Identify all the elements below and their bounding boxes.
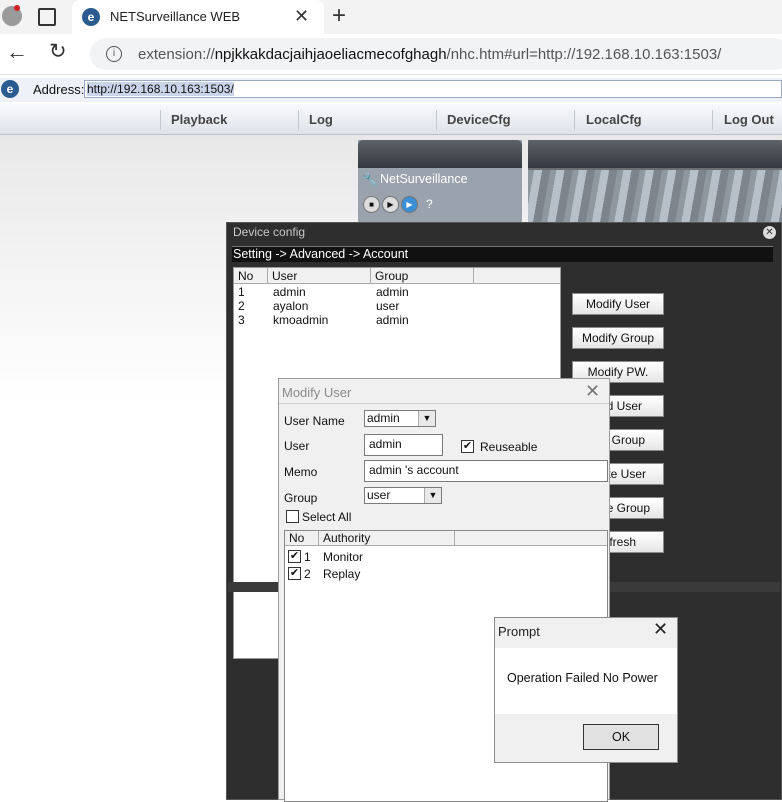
ie-logo-icon: e (1, 80, 19, 98)
group-label: Group (284, 491, 318, 505)
wrench-icon: 🔧 (362, 172, 379, 187)
list-item[interactable]: ✔ 2 Replay (285, 566, 607, 582)
address-label: Address: (33, 82, 85, 97)
close-icon[interactable]: ✕ (763, 226, 776, 239)
prompt-body: Operation Failed No Power (495, 648, 677, 714)
device-config-title: Device config (233, 225, 306, 239)
table-row[interactable]: 1 admin admin (234, 285, 560, 299)
list-item[interactable]: ✔ 1 Monitor (285, 549, 607, 565)
cell-group: admin (376, 285, 409, 299)
tab-actions-icon[interactable] (38, 8, 56, 26)
dialog-header-line (279, 403, 609, 404)
column-header-empty (474, 268, 560, 284)
menu-logout[interactable]: Log Out (724, 112, 774, 127)
app-menu-bar: Playback Log DeviceCfg LocalCfg Log Out (0, 104, 782, 135)
menu-devicecfg[interactable]: DeviceCfg (447, 112, 511, 127)
cell-no: 1 (238, 285, 245, 299)
prompt-title: Prompt (498, 624, 540, 639)
column-header-authority[interactable]: Authority (319, 531, 455, 546)
play-icon[interactable]: ▶ (382, 196, 399, 213)
column-header-user[interactable]: User (268, 268, 371, 284)
cell-user: ayalon (273, 299, 309, 313)
cell-no: 3 (238, 313, 245, 327)
group-value: user (367, 488, 391, 502)
browser-tab-bar: e NETSurveillance WEB ✕ + (0, 0, 782, 34)
ok-button[interactable]: OK (583, 724, 659, 750)
notification-dot (14, 5, 20, 11)
prompt-message: Operation Failed No Power (507, 671, 658, 685)
panel-header (358, 140, 522, 168)
cell-no: 2 (238, 299, 245, 313)
select-all-label: Select All (302, 510, 352, 524)
stop-icon[interactable]: ■ (363, 196, 380, 213)
authority-no: 1 (304, 550, 311, 564)
cell-user: admin (273, 285, 306, 299)
authority-checkbox[interactable]: ✔ (288, 550, 301, 563)
url-text[interactable]: extension://npjkkakdacjaihjaoeliacmecofg… (138, 46, 721, 63)
column-header-group[interactable]: Group (371, 268, 474, 284)
authority-name: Monitor (323, 550, 364, 564)
refresh-icon[interactable]: ↻ (49, 39, 67, 64)
column-header-no[interactable]: No (234, 268, 268, 284)
menu-divider (298, 110, 299, 130)
chevron-down-icon[interactable]: ▼ (424, 488, 441, 503)
breadcrumb: Setting -> Advanced -> Account (232, 246, 773, 262)
address-input[interactable]: http://192.168.10.163:1503/ (84, 80, 782, 98)
chevron-down-icon[interactable]: ▼ (418, 411, 435, 426)
memo-field[interactable]: admin 's account (364, 460, 608, 482)
user-label: User (284, 439, 310, 453)
modify-user-button[interactable]: Modify User (572, 293, 664, 315)
menu-divider (712, 110, 713, 130)
address-value: http://192.168.10.163:1503/ (87, 82, 234, 96)
cell-user: kmoadmin (273, 313, 329, 327)
authority-checkbox[interactable]: ✔ (288, 567, 301, 580)
close-icon[interactable]: ✕ (653, 619, 668, 640)
username-select[interactable]: admin ▼ (364, 410, 436, 427)
prompt-dialog: Prompt ✕ Operation Failed No Power OK (494, 617, 678, 763)
username-value: admin (367, 411, 400, 425)
browser-tab[interactable]: e NETSurveillance WEB ✕ (72, 0, 324, 34)
cell-group: user (376, 299, 400, 313)
column-header-empty (455, 531, 607, 546)
username-label: User Name (284, 414, 345, 428)
select-all-checkbox[interactable] (286, 510, 299, 523)
reuseable-label: Reuseable (480, 440, 538, 454)
menu-log[interactable]: Log (309, 112, 333, 127)
user-field[interactable]: admin (364, 434, 443, 456)
menu-divider (160, 110, 161, 130)
menu-localcfg[interactable]: LocalCfg (586, 112, 642, 127)
record-icon[interactable]: ▶ (401, 196, 418, 213)
site-info-icon[interactable]: i (106, 46, 122, 62)
tab-title: NETSurveillance WEB (110, 9, 241, 24)
close-icon[interactable]: ✕ (585, 381, 600, 402)
url-host: npjkkakdacjaihjaoeliacmecofghagh (214, 46, 447, 63)
cell-group: admin (376, 313, 409, 327)
site-favicon-icon: e (82, 8, 100, 26)
reuseable-checkbox[interactable]: ✔ (461, 440, 474, 453)
memo-label: Memo (284, 465, 318, 479)
authority-no: 2 (304, 567, 311, 581)
ie-address-bar: e Address: http://192.168.10.163:1503/ (0, 78, 782, 102)
url-path: /nhc.htm#url=http://192.168.10.163:1503/ (446, 46, 722, 63)
menu-playback[interactable]: Playback (171, 112, 227, 127)
video-header (528, 140, 782, 168)
menu-divider (574, 110, 575, 130)
dialog-title: Modify User (282, 385, 352, 400)
help-icon[interactable]: ? (426, 197, 433, 211)
menu-divider (436, 110, 437, 130)
back-icon[interactable]: ← (6, 39, 28, 65)
panel-title: NetSurveillance (380, 172, 468, 186)
table-row[interactable]: 2 ayalon user (234, 299, 560, 313)
new-tab-icon[interactable]: + (332, 2, 346, 30)
modify-group-button[interactable]: Modify Group (572, 327, 664, 349)
group-select[interactable]: user ▼ (364, 487, 442, 504)
close-tab-icon[interactable]: ✕ (294, 6, 309, 27)
table-row[interactable]: 3 kmoadmin admin (234, 313, 560, 327)
column-header-no[interactable]: No (285, 531, 319, 546)
authority-name: Replay (323, 567, 361, 581)
url-prefix: extension:// (138, 46, 215, 63)
